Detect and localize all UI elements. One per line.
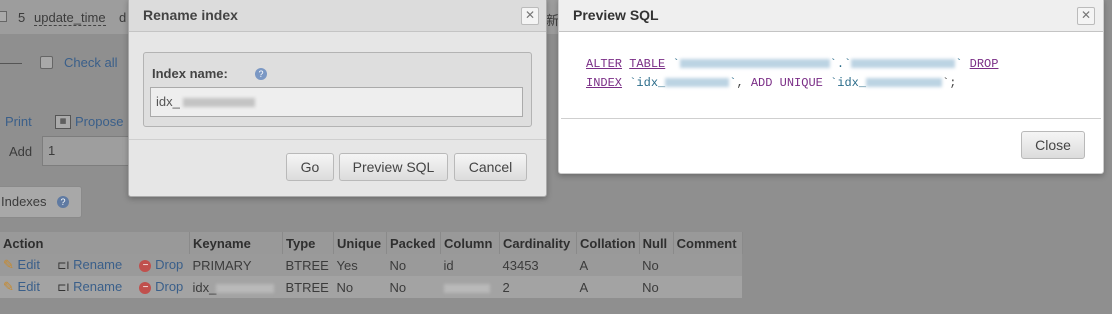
dialog-title: Rename index — [129, 0, 546, 32]
add-label: Add — [9, 144, 33, 159]
packed-cell: No — [386, 254, 441, 276]
unique-cell: Yes — [333, 254, 387, 276]
header-packed: Packed — [386, 232, 441, 254]
propose-link[interactable]: Propose — [75, 114, 123, 129]
keyname-cell: idx_ — [189, 276, 283, 298]
table-row: ✎ Edit ⊏I Rename − Drop idx_ BTREE No No… — [0, 276, 743, 298]
help-icon[interactable]: ? — [57, 196, 69, 208]
row-checkbox[interactable] — [0, 11, 7, 22]
comment-cell — [673, 254, 743, 276]
collation-cell: A — [576, 276, 640, 298]
redacted-table-name — [851, 59, 956, 69]
rename-icon: ⊏I — [57, 260, 70, 272]
redacted-column — [443, 283, 490, 293]
index-name-input[interactable]: idx_ — [150, 87, 523, 117]
column-cell — [440, 276, 500, 298]
drop-icon: − — [139, 259, 152, 272]
header-comment: Comment — [673, 232, 743, 254]
print-link[interactable]: Print — [5, 114, 32, 129]
header-keyname: Keyname — [189, 232, 283, 254]
index-name-value: idx_ — [156, 94, 180, 109]
header-type: Type — [282, 232, 334, 254]
go-button[interactable]: Go — [286, 153, 334, 181]
index-name-fieldset: Index name: ? idx_ — [143, 52, 532, 127]
help-icon[interactable]: ? — [255, 68, 267, 80]
cardinality-cell: 43453 — [499, 254, 577, 276]
header-collation: Collation — [576, 232, 640, 254]
type-cell: BTREE — [282, 254, 334, 276]
close-button[interactable]: Close — [1021, 131, 1085, 159]
rename-link[interactable]: Rename — [73, 257, 122, 272]
sql-line-2: INDEX `idx_ `, ADD UNIQUE `idx_ `; — [586, 76, 957, 90]
dialog-divider — [561, 118, 1101, 119]
drop-link[interactable]: Drop — [155, 279, 183, 294]
collation-cell: A — [576, 254, 640, 276]
header-null: Null — [639, 232, 674, 254]
rename-index-dialog: Rename index ✕ Index name: ? idx_ Go Pre… — [128, 0, 547, 197]
check-all-row: Check all — [0, 46, 130, 80]
check-all-checkbox[interactable] — [40, 56, 53, 69]
index-name-label: Index name: — [152, 66, 228, 81]
print-toolbar: Print ▦ Propose Add 1 — [0, 108, 132, 186]
redacted-index-name — [183, 98, 255, 107]
packed-cell: No — [386, 276, 441, 298]
sql-preview-code: ALTER TABLE ` `.` ` DROP INDEX `idx_ `, ADD… — [586, 55, 1086, 93]
check-all-link[interactable]: Check all — [64, 55, 117, 70]
table-row: ✎ Edit ⊏I Rename − Drop PRIMARY BTREE Ye… — [0, 254, 743, 276]
pencil-icon: ✎ — [3, 257, 14, 272]
column-type-partial: d — [119, 10, 127, 25]
null-cell: No — [639, 254, 674, 276]
add-count-input[interactable]: 1 — [42, 136, 132, 166]
rename-link[interactable]: Rename — [73, 279, 122, 294]
cardinality-cell: 2 — [499, 276, 577, 298]
indexes-label: Indexes — [1, 194, 47, 209]
close-icon[interactable]: ✕ — [1077, 7, 1095, 25]
preview-sql-dialog: Preview SQL ✕ ALTER TABLE ` `.` ` DROP IND… — [558, 0, 1104, 174]
redacted-name — [216, 283, 275, 293]
indexes-table: Action Keyname Type Unique Packed Column… — [0, 232, 743, 298]
column-name[interactable]: update_time — [34, 10, 106, 26]
sql-line-1: ALTER TABLE ` `.` ` DROP — [586, 57, 999, 71]
column-cell: id — [440, 254, 500, 276]
indexes-legend: Indexes ? — [0, 186, 82, 218]
column-number: 5 — [18, 10, 26, 25]
comment-cell — [673, 276, 743, 298]
dialog-title: Preview SQL — [559, 0, 1103, 32]
table-header-row: Action Keyname Type Unique Packed Column… — [0, 232, 743, 254]
keyname-cell: PRIMARY — [189, 254, 283, 276]
redacted-new-index — [866, 78, 943, 88]
header-column: Column — [440, 232, 500, 254]
null-cell: No — [639, 276, 674, 298]
rename-icon: ⊏I — [57, 282, 70, 294]
edit-link[interactable]: Edit — [18, 257, 40, 272]
drop-link[interactable]: Drop — [155, 257, 183, 272]
unique-cell: No — [333, 276, 387, 298]
dialog-divider — [129, 139, 546, 140]
action-cell: ✎ Edit ⊏I Rename − Drop — [0, 276, 190, 298]
close-icon[interactable]: ✕ — [521, 7, 539, 25]
action-cell: ✎ Edit ⊏I Rename − Drop — [0, 254, 190, 276]
redacted-old-index — [665, 78, 730, 88]
pencil-icon: ✎ — [3, 279, 14, 294]
header-action: Action — [0, 232, 190, 254]
redacted-db-name — [679, 59, 830, 69]
header-cardinality: Cardinality — [499, 232, 577, 254]
propose-icon: ▦ — [55, 115, 71, 129]
drop-icon: − — [139, 281, 152, 294]
header-unique: Unique — [333, 232, 387, 254]
preview-sql-button[interactable]: Preview SQL — [339, 153, 448, 181]
cancel-button[interactable]: Cancel — [454, 153, 527, 181]
arrow-line — [0, 63, 22, 64]
type-cell: BTREE — [282, 276, 334, 298]
edit-link[interactable]: Edit — [18, 279, 40, 294]
